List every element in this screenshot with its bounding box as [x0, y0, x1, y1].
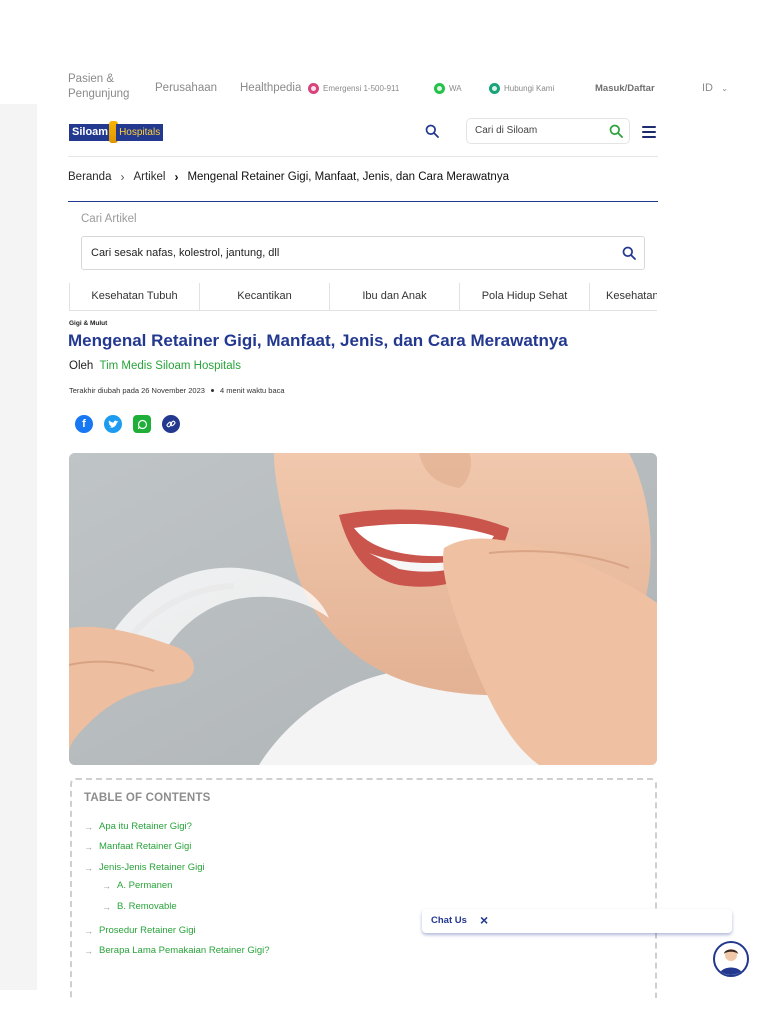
toc-item-label: Apa itu Retainer Gigi?: [99, 821, 192, 832]
toc-item[interactable]: → Prosedur Retainer Gigi: [84, 925, 196, 936]
article-category-tag[interactable]: Gigi & Mulut: [69, 320, 107, 327]
share-buttons: f: [75, 415, 180, 433]
arrow-right-icon: →: [84, 945, 93, 956]
arrow-right-icon: →: [84, 862, 93, 873]
article-hero-image: [69, 453, 657, 765]
search-icon[interactable]: [425, 124, 439, 143]
breadcrumb-current: Mengenal Retainer Gigi, Manfaat, Jenis, …: [187, 171, 509, 183]
table-of-contents: TABLE OF CONTENTS → Apa itu Retainer Gig…: [70, 778, 657, 998]
breadcrumb-artikel[interactable]: Artikel: [133, 171, 165, 183]
arrow-right-icon: →: [84, 841, 93, 852]
emergency-label: Emergensi 1-500-911: [323, 84, 400, 93]
arrow-right-icon: →: [84, 925, 93, 936]
toc-item-label: Prosedur Retainer Gigi: [99, 925, 196, 936]
toc-item[interactable]: → Jenis-Jenis Retainer Gigi: [84, 862, 205, 873]
contact-label: Hubungi Kami: [504, 84, 555, 93]
author-prefix: Oleh: [69, 360, 94, 372]
category-tabs: Kesehatan Tubuh Kecantikan Ibu dan Anak …: [69, 283, 657, 311]
chevron-right-icon: ›: [120, 170, 125, 184]
article-title: Mengenal Retainer Gigi, Manfaat, Jenis, …: [68, 331, 568, 350]
chat-agent-avatar[interactable]: [713, 941, 749, 977]
category-tab[interactable]: Ibu dan Anak: [330, 283, 460, 310]
toc-item-label: B. Removable: [117, 901, 177, 912]
left-gutter: [0, 104, 37, 990]
language-selector[interactable]: ID ⌄: [702, 82, 728, 94]
arrow-right-icon: →: [102, 880, 111, 891]
wa-label: WA: [449, 84, 462, 93]
menu-icon[interactable]: [642, 126, 656, 141]
arrow-right-icon: →: [102, 901, 111, 912]
category-tab[interactable]: Kesehatan Tubuh: [70, 283, 200, 310]
article-search-input[interactable]: Cari sesak nafas, kolestrol, jantung, dl…: [81, 236, 645, 270]
toc-item-label: A. Permanen: [117, 880, 173, 891]
whatsapp-icon: [434, 83, 445, 94]
nav-pasien-pengunjung[interactable]: Pasien & Pengunjung: [68, 72, 148, 102]
bullet-separator: [210, 389, 214, 392]
toc-subitem[interactable]: → A. Permanen: [102, 880, 172, 891]
article-meta: Terakhir diubah pada 26 November 2023 4 …: [69, 386, 285, 395]
chat-widget-bar[interactable]: Chat Us ×: [422, 909, 732, 933]
nav-healthpedia[interactable]: Healthpedia: [240, 82, 301, 94]
language-value: ID: [702, 82, 713, 94]
search-submit-icon[interactable]: [609, 124, 623, 141]
arrow-right-icon: →: [84, 821, 93, 832]
main-header: Siloam Hospitals Cari di Siloam: [68, 115, 658, 157]
top-utility-bar: Pasien & Pengunjung Perusahaan Healthped…: [68, 72, 733, 106]
toc-subitem[interactable]: → B. Removable: [102, 901, 177, 912]
search-icon[interactable]: [622, 246, 636, 263]
category-tab[interactable]: Pola Hidup Sehat: [460, 283, 590, 310]
contact-link[interactable]: Hubungi Kami: [489, 83, 554, 94]
login-register-link[interactable]: Masuk/Daftar: [595, 83, 655, 94]
toc-item-label: Berapa Lama Pemakaian Retainer Gigi?: [99, 945, 270, 956]
chevron-right-icon: ›: [174, 170, 179, 184]
chat-label[interactable]: Chat Us: [431, 915, 467, 926]
whatsapp-icon[interactable]: [133, 415, 151, 433]
facebook-icon[interactable]: f: [75, 415, 93, 433]
chevron-down-icon: ⌄: [721, 84, 728, 93]
toc-item-label: Jenis-Jenis Retainer Gigi: [99, 862, 205, 873]
toc-item-label: Manfaat Retainer Gigi: [99, 841, 192, 852]
logo-text-hospitals: Hospitals: [116, 123, 164, 141]
toc-item[interactable]: → Manfaat Retainer Gigi: [84, 841, 191, 852]
read-time: 4 menit waktu baca: [219, 386, 285, 395]
article-author-line: Oleh Tim Medis Siloam Hospitals: [69, 360, 241, 372]
toc-item[interactable]: → Apa itu Retainer Gigi?: [84, 821, 192, 832]
twitter-icon[interactable]: [104, 415, 122, 433]
whatsapp-link[interactable]: WA: [434, 83, 462, 94]
headset-icon: [489, 83, 500, 94]
breadcrumb: Beranda › Artikel › Mengenal Retainer Gi…: [68, 170, 509, 184]
article-search-placeholder: Cari sesak nafas, kolestrol, jantung, dl…: [91, 247, 280, 259]
category-tab[interactable]: Kecantikan: [200, 283, 330, 310]
updated-date: Terakhir diubah pada 26 November 2023: [69, 386, 205, 395]
divider: [68, 201, 658, 202]
phone-icon: [308, 83, 319, 94]
link-icon[interactable]: [162, 415, 180, 433]
category-tab[interactable]: Kesehatan: [590, 283, 657, 310]
article-search-label: Cari Artikel: [81, 213, 137, 225]
siloam-logo[interactable]: Siloam Hospitals: [69, 121, 164, 143]
close-icon[interactable]: ×: [480, 912, 488, 928]
site-search-placeholder: Cari di Siloam: [475, 125, 538, 136]
nav-perusahaan[interactable]: Perusahaan: [155, 82, 217, 94]
emergency-link[interactable]: Emergensi 1-500-911: [308, 83, 399, 94]
author-link[interactable]: Tim Medis Siloam Hospitals: [100, 360, 241, 372]
toc-item[interactable]: → Berapa Lama Pemakaian Retainer Gigi?: [84, 945, 270, 956]
breadcrumb-home[interactable]: Beranda: [68, 171, 111, 183]
logo-text-siloam: Siloam: [69, 123, 112, 141]
toc-title: TABLE OF CONTENTS: [84, 792, 211, 804]
site-search-input[interactable]: Cari di Siloam: [466, 118, 630, 144]
